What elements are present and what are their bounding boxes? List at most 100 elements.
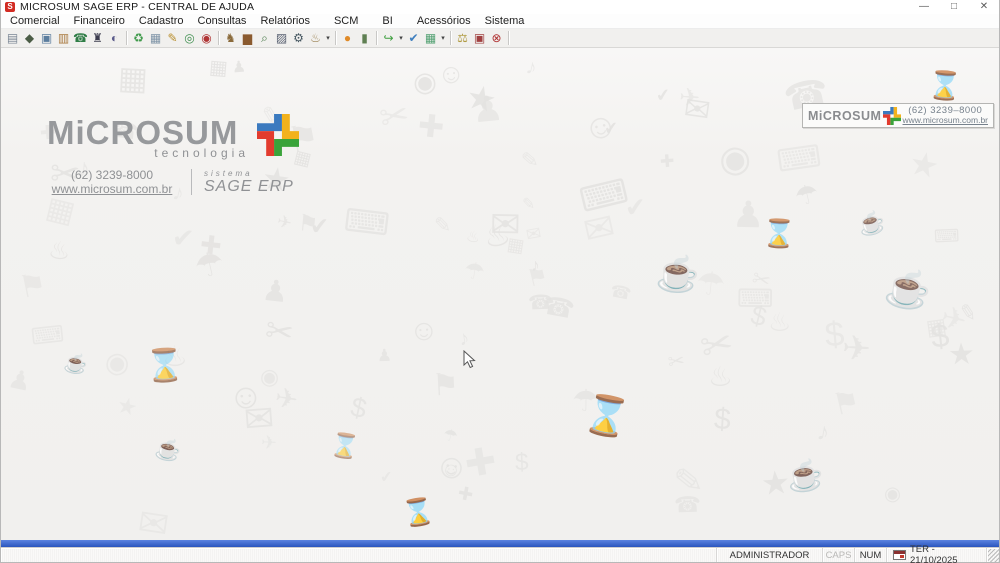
watermark-icon: ⚑	[297, 208, 320, 237]
toolbar-separator	[335, 31, 336, 45]
menu-consultas[interactable]: Consultas	[191, 14, 254, 28]
toolbar-separator	[218, 31, 219, 45]
status-date-text: TER - 21/10/2025	[910, 544, 958, 563]
schedule-icon[interactable]: ◐	[106, 30, 123, 47]
exit-icon[interactable]: ⊗	[488, 30, 505, 47]
watermark-icon: ♟	[469, 88, 505, 131]
watermark-icon: ✂	[262, 311, 297, 354]
window-title: MICROSUM SAGE ERP - CENTRAL DE AJUDA	[20, 1, 255, 13]
divider	[191, 169, 192, 195]
search-icon[interactable]: ⌕	[256, 30, 273, 47]
calculator-icon[interactable]: ▦	[422, 30, 439, 47]
calendar-icon	[893, 550, 906, 560]
app-window: S MICROSUM SAGE ERP - CENTRAL DE AJUDA —…	[0, 0, 1000, 563]
website-link[interactable]: www.microsum.com.br	[47, 182, 177, 196]
menu-acessorios[interactable]: Acessórios	[410, 14, 478, 28]
watermark-icon: ★	[947, 337, 976, 372]
menu-cadastro[interactable]: Cadastro	[132, 14, 191, 28]
watermark-icon: ✎	[957, 299, 980, 327]
supplier-icon[interactable]: ♞	[222, 30, 239, 47]
watermark-icon: ♨	[46, 236, 73, 266]
close-button[interactable]: ✕	[969, 0, 999, 14]
phone-contacts-icon[interactable]: ☎	[72, 30, 89, 47]
inventory-chest-icon[interactable]: ▆	[239, 30, 256, 47]
globe-sales-icon[interactable]: ◎	[181, 30, 198, 47]
watermark-icon: ⚑	[16, 266, 51, 306]
watermark-icon: ✈	[678, 83, 701, 113]
toolbar: ▤ ◆ ▣ ▥ ☎ ♜ ◐ ♻ ▦ ✎ ◎ ◉ ♞ ▆ ⌕ ▨ ⚙ ♨ ▾ ● ▮ ↪ ▾ ✔ ▦ ▾ ⚖ ▣ ⊗	[1, 29, 999, 48]
watermark-icon: ☂	[441, 425, 460, 446]
workstation-icon[interactable]: ▣	[38, 30, 55, 47]
maximize-button[interactable]: □	[939, 0, 969, 14]
system-label: sistema	[204, 168, 253, 178]
watermark-icon: $	[348, 390, 370, 425]
redo-arrow-icon[interactable]: ↪	[380, 30, 397, 47]
watermark-icon: ✚	[658, 150, 675, 172]
monitor-alert-icon[interactable]: ▣	[471, 30, 488, 47]
print-icon[interactable]: ▤	[4, 30, 21, 47]
barcode-cards-icon[interactable]: ▨	[273, 30, 290, 47]
watermark-icon: ♨	[707, 360, 733, 393]
watermark-icon: ☕	[881, 264, 935, 315]
redo-arrow-icon-dropdown[interactable]: ▾	[397, 34, 405, 42]
watermark-icon: ♪	[530, 255, 540, 276]
minimize-button[interactable]: —	[909, 0, 939, 14]
watermark-icon: ✔	[379, 468, 395, 487]
toolbar-separator	[508, 31, 509, 45]
watermark-icon: ☺	[408, 314, 441, 348]
color-wheel-icon[interactable]: ◉	[198, 30, 215, 47]
balance-icon[interactable]: ⚖	[454, 30, 471, 47]
watermark-icon: ✉	[524, 222, 543, 246]
phone-number: (62) 3239-8000	[70, 168, 154, 182]
resize-grip[interactable]	[987, 548, 999, 562]
watermark-icon: ⌛	[579, 391, 634, 442]
materials-icon[interactable]: ◆	[21, 30, 38, 47]
tasks-check-icon[interactable]: ✔	[405, 30, 422, 47]
watermark-icon: ☎	[527, 291, 554, 315]
watermark-icon: ⌛	[328, 430, 362, 461]
system-name: SAGE ERP	[204, 177, 294, 195]
watermark-icon: ◉	[882, 481, 902, 506]
watermark-icon: ⌛	[761, 216, 797, 250]
watermark-icon: ✈	[274, 210, 294, 234]
watermark-icon: ✚	[461, 439, 500, 486]
mouse-cursor	[463, 350, 476, 369]
menu-scm[interactable]: SCM	[327, 14, 365, 28]
watermark-icon: ☺	[435, 56, 467, 91]
menu-bar: Comercial Financeiro Cadastro Consultas …	[1, 14, 999, 29]
watermark-icon: ☕	[62, 351, 90, 377]
pour-icon[interactable]: ♨	[307, 30, 324, 47]
contact-badge: MiCROSUM (62) 3239–8000 www.microsum.com…	[802, 103, 994, 128]
menu-comercial[interactable]: Comercial	[3, 14, 67, 28]
watermark-icon: ✎	[522, 195, 536, 213]
menu-relatorios[interactable]: Relatórios	[253, 14, 317, 28]
watermark-icon: ♟	[260, 274, 291, 310]
calculator-icon-dropdown[interactable]: ▾	[439, 34, 447, 42]
watermark-icon: ⚑	[430, 368, 460, 403]
watermark-icon: ☕	[153, 436, 184, 465]
edit-document-icon[interactable]: ✎	[164, 30, 181, 47]
app-icon: S	[5, 2, 15, 12]
watermark-icon: ☺	[579, 105, 622, 150]
watermark-icon: ★	[905, 143, 943, 187]
stock-recycle-icon[interactable]: ♻	[130, 30, 147, 47]
badge-pinwheel-icon	[883, 106, 902, 125]
toolbar-separator	[376, 31, 377, 45]
window-controls: — □ ✕	[909, 0, 999, 14]
pour-icon-dropdown[interactable]: ▾	[324, 34, 332, 42]
watermark-icon: ✚	[415, 107, 446, 146]
terminal-icon[interactable]: ♜	[89, 30, 106, 47]
watermark-icon: ☎	[673, 491, 702, 518]
badge-website-link[interactable]: www.microsum.com.br	[903, 116, 988, 125]
package-icon[interactable]: ▥	[55, 30, 72, 47]
menu-financeiro[interactable]: Financeiro	[67, 14, 132, 28]
toolbar-separator	[126, 31, 127, 45]
sphere-icon[interactable]: ●	[339, 30, 356, 47]
media-icon[interactable]: ▦	[147, 30, 164, 47]
menu-sistema[interactable]: Sistema	[478, 14, 532, 28]
catalog-icon[interactable]: ▮	[356, 30, 373, 47]
watermark-icon: ♨	[464, 227, 482, 247]
watermark-icon: ▦	[208, 56, 229, 81]
gears-icon[interactable]: ⚙	[290, 30, 307, 47]
menu-bi[interactable]: BI	[375, 14, 399, 28]
